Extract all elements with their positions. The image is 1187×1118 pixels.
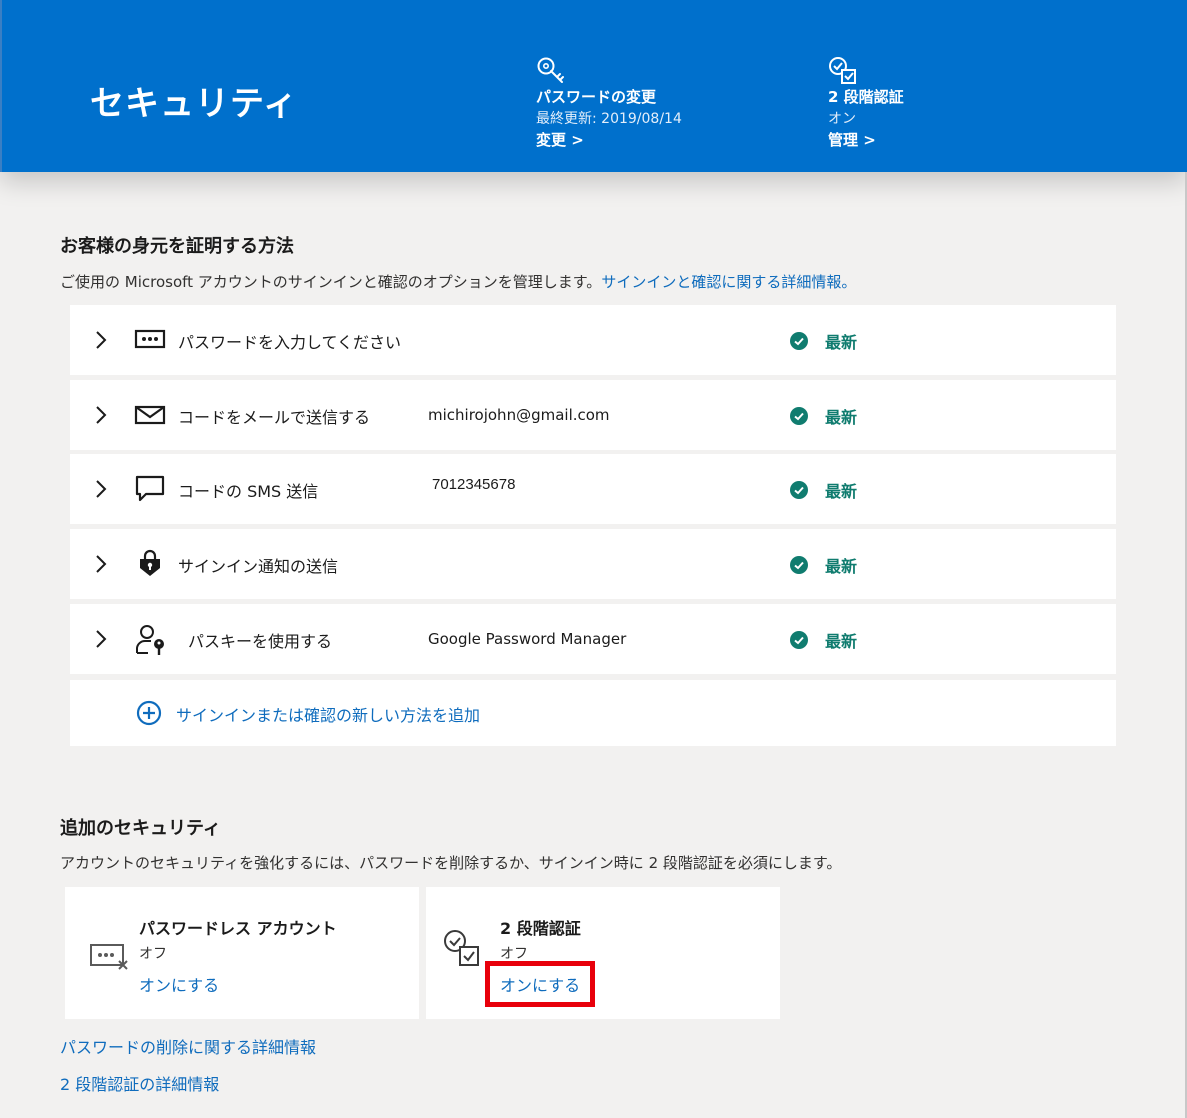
two-step-icon bbox=[442, 929, 482, 973]
check-circle-icon bbox=[790, 332, 808, 354]
plus-circle-icon[interactable] bbox=[136, 700, 162, 730]
two-step-status: オン bbox=[828, 111, 856, 127]
method-detail: 7012345678 bbox=[432, 476, 516, 493]
person-key-icon bbox=[134, 623, 168, 655]
method-status: 最新 bbox=[825, 557, 858, 576]
check-circle-icon bbox=[790, 481, 808, 503]
lock-shield-icon bbox=[134, 548, 168, 580]
passwordless-title: パスワードレス アカウント bbox=[139, 919, 337, 938]
method-row-email[interactable]: コードをメールで送信する michirojohn@gmail.com 最新 bbox=[70, 380, 1116, 450]
check-circle-icon bbox=[790, 407, 808, 429]
two-step-info-link[interactable]: 2 段階認証の詳細情報 bbox=[60, 1071, 219, 1095]
identity-section-title: お客様の身元を証明する方法 bbox=[60, 236, 294, 257]
two-step-check-icon bbox=[828, 56, 858, 90]
method-row-passkey[interactable]: パスキーを使用する Google Password Manager 最新 bbox=[70, 604, 1116, 674]
passwordless-icon bbox=[89, 939, 131, 979]
method-label: コードをメールで送信する bbox=[178, 408, 371, 427]
security-header: セキュリティ パスワードの変更 最終更新: 2019/08/14 変更 > 2 … bbox=[0, 0, 1187, 172]
method-status: 最新 bbox=[825, 632, 858, 651]
method-status: 最新 bbox=[825, 333, 858, 352]
change-password-link[interactable]: 変更 > bbox=[536, 129, 584, 150]
key-icon bbox=[536, 56, 566, 90]
chevron-right-icon[interactable] bbox=[94, 554, 108, 578]
chevron-right-icon[interactable] bbox=[94, 330, 108, 354]
method-row-sms[interactable]: コードの SMS 送信 7012345678 最新 bbox=[70, 454, 1116, 524]
check-circle-icon bbox=[790, 556, 808, 578]
chevron-right-icon[interactable] bbox=[94, 405, 108, 429]
passwordless-card: パスワードレス アカウント オフ オンにする bbox=[65, 887, 419, 1019]
method-label: パスワードを入力してください bbox=[178, 333, 402, 352]
manage-two-step-link[interactable]: 管理 > bbox=[828, 129, 876, 150]
method-row-password[interactable]: パスワードを入力してください 最新 bbox=[70, 305, 1116, 375]
additional-security-title: 追加のセキュリティ bbox=[60, 818, 221, 839]
method-status: 最新 bbox=[825, 408, 858, 427]
method-detail: Google Password Manager bbox=[428, 630, 627, 648]
password-change-block: パスワードの変更 最終更新: 2019/08/14 変更 > bbox=[536, 56, 756, 156]
password-last-updated: 最終更新: 2019/08/14 bbox=[536, 111, 682, 127]
chat-bubble-icon bbox=[134, 473, 168, 505]
method-label: サインイン通知の送信 bbox=[178, 557, 339, 576]
chevron-right-icon[interactable] bbox=[94, 479, 108, 503]
method-label: コードの SMS 送信 bbox=[178, 482, 319, 501]
page-title: セキュリティ bbox=[90, 84, 298, 124]
two-step-title: 2 段階認証 bbox=[828, 88, 904, 106]
method-row-notification[interactable]: サインイン通知の送信 最新 bbox=[70, 529, 1116, 599]
password-dots-icon bbox=[134, 324, 168, 356]
add-method-row[interactable]: サインインまたは確認の新しい方法を追加 bbox=[70, 680, 1116, 746]
method-detail: michirojohn@gmail.com bbox=[428, 406, 610, 424]
passwordless-turn-on-link[interactable]: オンにする bbox=[139, 972, 219, 996]
two-step-card-state: オフ bbox=[500, 946, 528, 962]
add-method-link[interactable]: サインインまたは確認の新しい方法を追加 bbox=[176, 702, 480, 726]
identity-section-desc: ご使用の Microsoft アカウントのサインインと確認のオプションを管理しま… bbox=[60, 271, 856, 292]
method-label: パスキーを使用する bbox=[188, 632, 333, 651]
passwordless-state: オフ bbox=[139, 946, 167, 962]
signin-info-link[interactable]: サインインと確認に関する詳細情報。 bbox=[601, 273, 856, 291]
password-change-title: パスワードの変更 bbox=[536, 88, 657, 106]
identity-desc-text: ご使用の Microsoft アカウントのサインインと確認のオプションを管理しま… bbox=[60, 273, 602, 291]
check-circle-icon bbox=[790, 631, 808, 653]
highlight-annotation bbox=[485, 961, 595, 1007]
password-removal-info-link[interactable]: パスワードの削除に関する詳細情報 bbox=[60, 1034, 316, 1058]
two-step-block: 2 段階認証 オン 管理 > bbox=[828, 56, 1028, 156]
two-step-card: 2 段階認証 オフ オンにする bbox=[426, 887, 780, 1019]
chevron-right-icon[interactable] bbox=[94, 629, 108, 653]
method-status: 最新 bbox=[825, 482, 858, 501]
two-step-card-title: 2 段階認証 bbox=[500, 919, 581, 938]
additional-security-desc: アカウントのセキュリティを強化するには、パスワードを削除するか、サインイン時に … bbox=[60, 854, 842, 872]
envelope-icon bbox=[134, 399, 168, 431]
